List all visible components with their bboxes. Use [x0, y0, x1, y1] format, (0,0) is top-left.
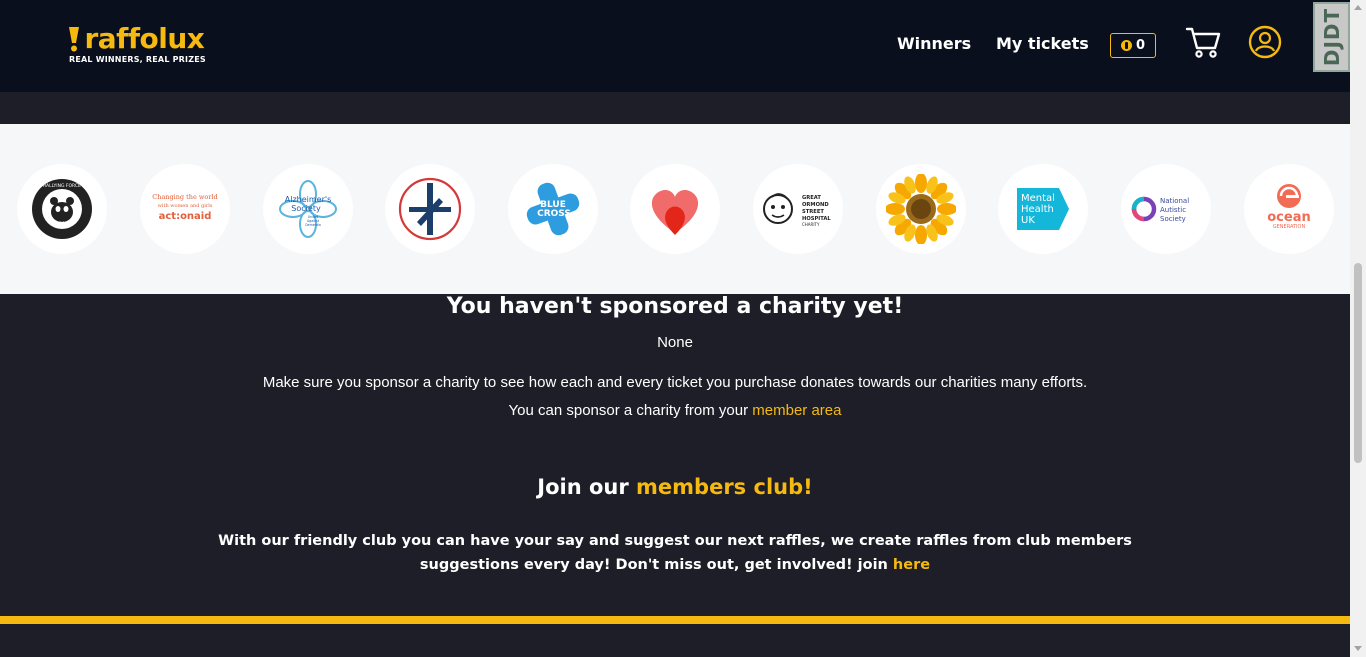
logo-text: raffolux — [84, 22, 205, 55]
coin-balance: 0 — [1135, 38, 1146, 53]
wwf-ring-text: RALLYING FORCE — [43, 183, 81, 189]
logo-tagline: REAL WINNERS, REAL PRIZES — [69, 55, 206, 64]
gosh-text-3: STREET — [802, 209, 824, 215]
djdt-label: DJDT — [1319, 7, 1344, 67]
charity-national-autistic-society[interactable]: National Autistic Society — [1121, 164, 1211, 254]
mhuk-text-1: Mental — [1021, 193, 1055, 204]
raffolux-logo[interactable]: raffolux REAL WINNERS, REAL PRIZES — [68, 22, 206, 64]
wwf-text: WWF — [53, 221, 70, 228]
alz-text-1: Alzheimer's — [285, 195, 331, 204]
nav-winners[interactable]: Winners — [897, 34, 971, 53]
gosh-text-5: CHARITY — [802, 222, 820, 227]
user-icon — [1248, 25, 1282, 59]
scroll-up-arrow-icon[interactable] — [1354, 5, 1362, 10]
actionaid-tagline-2: with women and girls — [158, 203, 213, 209]
sponsor-heading: You haven't sponsored a charity yet! — [446, 294, 904, 319]
member-area-link[interactable]: member area — [752, 402, 841, 419]
scroll-thumb[interactable] — [1354, 263, 1362, 463]
actionaid-logo-icon: Changing the world with women and girls … — [152, 193, 217, 222]
charity-alzheimers-society[interactable]: Alzheimer's Society United Against Demen… — [263, 164, 353, 254]
national-autistic-society-logo-icon: National Autistic Society — [1131, 196, 1189, 223]
alz-text-2: Society — [291, 204, 321, 213]
sponsored-charity-value: None — [657, 334, 693, 351]
footer-divider — [0, 616, 1350, 624]
charity-blue-cross[interactable]: BLUE CROSS — [508, 164, 598, 254]
charity-carousel: RALLYING FORCE WWF Changing the world wi… — [0, 124, 1350, 294]
sponsor-link-line: You can sponsor a charity from your memb… — [0, 402, 1350, 419]
members-club-heading: Join our members club! — [0, 475, 1350, 499]
join-here-link[interactable]: here — [893, 557, 930, 573]
charity-sunflower[interactable] — [876, 164, 966, 254]
logo-exclamation-icon — [69, 27, 79, 52]
charity-gosh[interactable]: GREAT ORMOND STREET HOSPITAL CHARITY — [753, 164, 843, 254]
gosh-text-2: ORMOND — [802, 202, 829, 208]
gosh-text-1: GREAT — [802, 195, 821, 201]
alzheimers-society-logo-icon: Alzheimer's Society United Against Demen… — [279, 180, 337, 238]
ocean-text-2: GENERATION — [1273, 224, 1306, 230]
sponsor-link-prefix: You can sponsor a charity from your — [508, 402, 753, 419]
ocean-text-1: ocean — [1267, 210, 1310, 225]
mhuk-text-3: UK — [1021, 215, 1035, 226]
charity-ocean-generation[interactable]: ocean GENERATION — [1244, 164, 1334, 254]
gosh-logo-icon: GREAT ORMOND STREET HOSPITAL CHARITY — [763, 193, 831, 227]
footer — [0, 624, 1350, 657]
site-header: raffolux REAL WINNERS, REAL PRIZES Winne… — [0, 0, 1350, 92]
bluecross-text-2: CROSS — [537, 209, 571, 219]
django-debug-toolbar-handle[interactable]: DJDT — [1313, 2, 1350, 72]
nas-text-2: Autistic — [1160, 206, 1186, 214]
wwf-logo-icon: RALLYING FORCE WWF — [32, 179, 92, 239]
charity-heart[interactable] — [630, 164, 720, 254]
cart-icon — [1185, 27, 1221, 58]
ocean-generation-logo-icon: ocean GENERATION — [1267, 184, 1311, 230]
sunflower-logo-icon — [886, 174, 956, 244]
actionaid-wordmark: act:onaid — [159, 211, 212, 222]
coin-balance-button[interactable]: 0 — [1110, 33, 1156, 58]
cart-button[interactable] — [1185, 24, 1221, 65]
heart-logo-icon — [651, 190, 699, 235]
charity-mental-health-uk[interactable]: Mental Health UK — [998, 164, 1088, 254]
account-button[interactable] — [1248, 25, 1282, 64]
members-club-heading-highlight: members club! — [636, 475, 813, 499]
members-club-body: With our friendly club you can have your… — [218, 533, 1132, 573]
members-club-text: With our friendly club you can have your… — [180, 529, 1170, 577]
members-club-heading-prefix: Join our — [537, 475, 637, 499]
page-scrollbar[interactable] — [1350, 0, 1366, 657]
mental-health-uk-logo-icon: Mental Health UK — [1017, 188, 1069, 230]
nas-text-1: National — [1160, 197, 1189, 205]
blue-cross-logo-icon: BLUE CROSS — [526, 182, 580, 236]
air-ambulance-logo-icon — [398, 177, 462, 241]
nas-text-3: Society — [1160, 215, 1186, 223]
actionaid-tagline-1: Changing the world — [152, 193, 217, 201]
alz-text-5: Dementia — [305, 223, 321, 227]
scroll-down-arrow-icon[interactable] — [1354, 646, 1362, 651]
charity-actionaid[interactable]: Changing the world with women and girls … — [140, 164, 230, 254]
charity-air-ambulance[interactable] — [385, 164, 475, 254]
coin-icon — [1120, 40, 1132, 51]
nav-my-tickets[interactable]: My tickets — [996, 34, 1089, 53]
mhuk-text-2: Health — [1021, 204, 1054, 215]
charity-wwf[interactable]: RALLYING FORCE WWF — [17, 164, 107, 254]
sponsor-info-text: Make sure you sponsor a charity to see h… — [262, 374, 1088, 391]
